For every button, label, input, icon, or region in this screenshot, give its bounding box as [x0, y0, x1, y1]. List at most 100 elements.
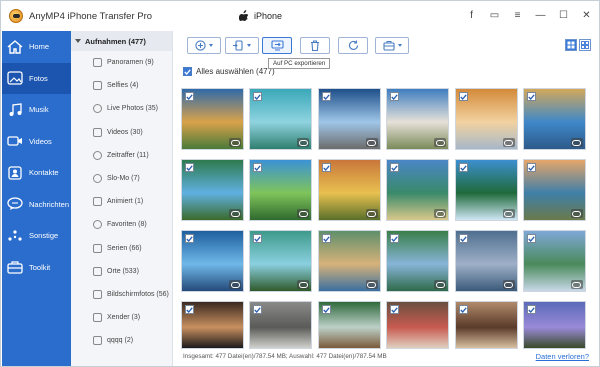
photo-checkbox[interactable]: [526, 305, 536, 314]
select-all-checkbox[interactable]: [183, 67, 192, 76]
device-selector[interactable]: iPhone: [239, 10, 282, 21]
delete-button[interactable]: [300, 37, 330, 54]
album-item[interactable]: Favoriten (8): [71, 213, 172, 236]
export-to-device-button[interactable]: [225, 37, 259, 54]
minimize-icon[interactable]: —: [534, 9, 547, 22]
panorama-icon: [93, 58, 102, 68]
album-group-header[interactable]: Aufnahmen (477): [71, 31, 172, 51]
photo-checkbox[interactable]: [390, 163, 400, 172]
toolbox-button[interactable]: [375, 37, 409, 54]
photo-thumbnail[interactable]: [181, 230, 244, 292]
photo-thumbnail[interactable]: [317, 88, 381, 150]
photo-checkbox[interactable]: [458, 163, 468, 172]
menu-icon[interactable]: ≡: [511, 9, 524, 22]
nav-item-nachrichten[interactable]: Nachrichten: [2, 189, 71, 221]
photo-checkbox[interactable]: [526, 92, 536, 101]
photo-checkbox[interactable]: [321, 234, 331, 243]
photo-thumbnail[interactable]: [522, 301, 586, 349]
icloud-icon: [229, 138, 241, 147]
photo-thumbnail[interactable]: [386, 230, 450, 292]
photo-checkbox[interactable]: [458, 92, 468, 101]
photo-thumbnail[interactable]: [386, 301, 450, 349]
photo-checkbox[interactable]: [253, 234, 263, 243]
photo-thumbnail[interactable]: [249, 230, 313, 292]
album-item[interactable]: Panoramen (9): [71, 51, 172, 74]
maximize-icon[interactable]: ☐: [557, 9, 570, 22]
grid-view-icon[interactable]: [565, 39, 577, 51]
photo-checkbox[interactable]: [253, 163, 263, 172]
nav-item-sonstige[interactable]: Sonstige: [2, 220, 71, 252]
photo-checkbox[interactable]: [253, 305, 263, 314]
photo-thumbnail[interactable]: [454, 301, 518, 349]
plus-circle-icon: [195, 40, 206, 51]
select-all-label: Alles auswählen (477): [196, 67, 275, 76]
photo-checkbox[interactable]: [526, 234, 536, 243]
data-lost-link[interactable]: Daten verloren?: [536, 352, 589, 361]
photo-checkbox[interactable]: [321, 92, 331, 101]
photo-thumbnail[interactable]: [454, 88, 518, 150]
photo-thumbnail[interactable]: [317, 159, 381, 221]
app-logo-icon: [9, 9, 23, 23]
album-item[interactable]: Serien (66): [71, 237, 172, 260]
photo-checkbox[interactable]: [458, 234, 468, 243]
album-item[interactable]: Orte (533): [71, 260, 172, 283]
photo-thumbnail[interactable]: [454, 159, 518, 221]
photo-thumbnail[interactable]: [386, 88, 450, 150]
nav-item-musik[interactable]: Musik: [2, 94, 71, 126]
photo-checkbox[interactable]: [458, 305, 468, 314]
photo-checkbox[interactable]: [185, 305, 194, 314]
photo-thumbnail[interactable]: [181, 88, 244, 150]
photo-thumbnail[interactable]: [249, 88, 313, 150]
photo-checkbox[interactable]: [526, 163, 536, 172]
facebook-icon[interactable]: f: [465, 9, 478, 22]
add-button[interactable]: [187, 37, 221, 54]
photo-thumbnail[interactable]: [317, 230, 381, 292]
photo-checkbox[interactable]: [185, 163, 194, 172]
photo-checkbox[interactable]: [185, 92, 194, 101]
select-all[interactable]: Alles auswählen (477): [183, 67, 275, 76]
album-item[interactable]: qqqq (2): [71, 329, 172, 352]
chevron-down-icon: [209, 44, 213, 47]
photo-thumbnail[interactable]: [522, 88, 586, 150]
nav-item-videos[interactable]: Videos: [2, 126, 71, 158]
photo-thumbnail[interactable]: [249, 301, 313, 349]
photo-thumbnail[interactable]: [317, 301, 381, 349]
album-item[interactable]: Xender (3): [71, 306, 172, 329]
album-item[interactable]: Live Photos (35): [71, 97, 172, 120]
photo-thumbnail[interactable]: [181, 301, 244, 349]
refresh-button[interactable]: [338, 37, 368, 54]
icloud-icon: [570, 209, 583, 218]
photo-checkbox[interactable]: [390, 234, 400, 243]
photo-thumbnail[interactable]: [454, 230, 518, 292]
photo-thumbnail[interactable]: [249, 159, 313, 221]
photo-checkbox[interactable]: [390, 92, 400, 101]
photo-checkbox[interactable]: [321, 163, 331, 172]
nav-item-kontakte[interactable]: Kontakte: [2, 157, 71, 189]
device-name: iPhone: [254, 10, 283, 21]
photo-checkbox[interactable]: [321, 305, 331, 314]
icloud-icon: [434, 138, 447, 147]
photo-thumbnail[interactable]: [386, 159, 450, 221]
photo-checkbox[interactable]: [253, 92, 263, 101]
photo-thumbnail[interactable]: [522, 159, 586, 221]
photo-checkbox[interactable]: [185, 234, 194, 243]
album-item[interactable]: Animiert (1): [71, 190, 172, 213]
photo-checkbox[interactable]: [390, 305, 400, 314]
album-item[interactable]: Slo-Mo (7): [71, 167, 172, 190]
album-item[interactable]: Bildschirmfotos (56): [71, 283, 172, 306]
photo-thumbnail[interactable]: [522, 230, 586, 292]
nav-item-home[interactable]: Home: [2, 31, 71, 63]
export-to-pc-button[interactable]: [262, 37, 292, 54]
large-view-icon[interactable]: [579, 39, 591, 51]
nav-item-toolkit[interactable]: Toolkit: [2, 252, 71, 284]
album-item[interactable]: Videos (30): [71, 121, 172, 144]
photo-thumbnail[interactable]: [181, 159, 244, 221]
album-item[interactable]: Selfies (4): [71, 74, 172, 97]
feedback-icon[interactable]: ▭: [488, 9, 501, 22]
nav-item-fotos[interactable]: Fotos: [2, 62, 71, 94]
close-icon[interactable]: ✕: [580, 9, 593, 22]
album-item[interactable]: Zeitraffer (11): [71, 144, 172, 167]
live-photo-icon: [93, 104, 102, 114]
album-label: Animiert (1): [107, 198, 144, 206]
video-icon: [93, 127, 102, 137]
